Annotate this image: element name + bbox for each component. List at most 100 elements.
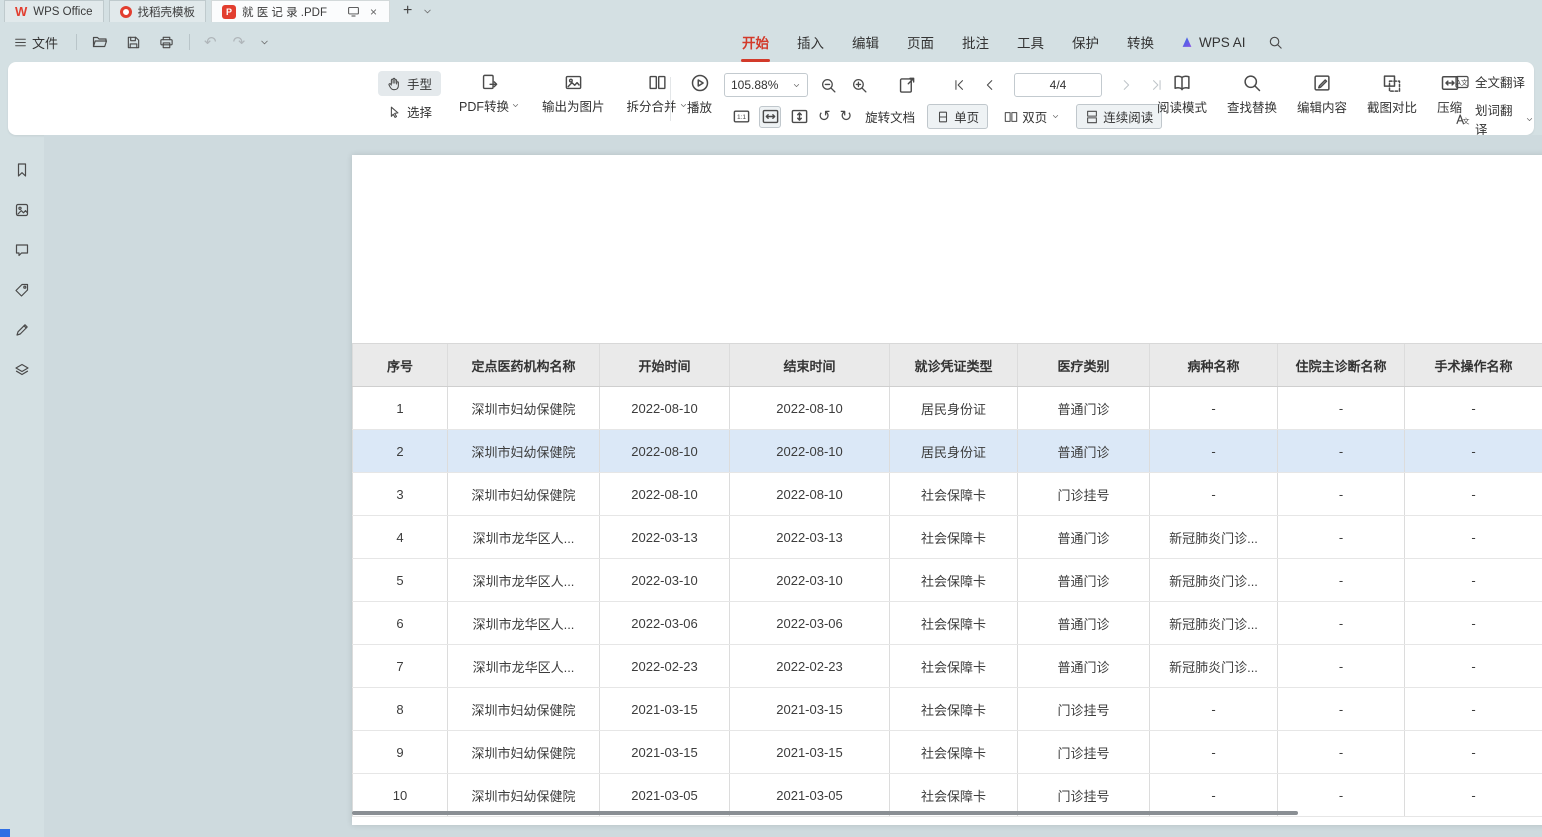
table-cell: 普通门诊 bbox=[1018, 516, 1150, 558]
menu-tab-insert[interactable]: 插入 bbox=[783, 22, 838, 62]
table-cell: 2022-08-10 bbox=[600, 473, 730, 515]
rotate-left-button[interactable]: ↺ bbox=[817, 109, 832, 124]
reading-mode-label: 阅读模式 bbox=[1157, 97, 1207, 116]
chevron-down-icon bbox=[511, 101, 520, 110]
single-page-button[interactable]: 单页 bbox=[927, 104, 988, 129]
menu-tab-convert[interactable]: 转换 bbox=[1113, 22, 1168, 62]
table-cell: 2021-03-15 bbox=[730, 688, 890, 730]
column-header: 医疗类别 bbox=[1018, 344, 1150, 386]
table-cell: 2022-08-10 bbox=[730, 473, 890, 515]
tab-docer-templates[interactable]: 找稻壳模板 bbox=[109, 0, 207, 22]
hand-tool-button[interactable]: 手型 bbox=[378, 71, 441, 96]
wps-ai-icon bbox=[1180, 35, 1194, 49]
select-tool-button[interactable]: 选择 bbox=[378, 99, 441, 124]
table-cell: - bbox=[1150, 387, 1278, 429]
edit-content-button[interactable]: 编辑内容 bbox=[1290, 70, 1354, 119]
new-tab-button[interactable]: + bbox=[403, 3, 412, 19]
pdf-convert-button[interactable]: PDF转换 bbox=[452, 70, 527, 118]
undo-button[interactable]: ↶ bbox=[202, 35, 219, 50]
full-text-translate-icon: A文 bbox=[1454, 74, 1470, 90]
column-header: 住院主诊断名称 bbox=[1278, 344, 1405, 386]
reading-mode-button[interactable]: 阅读模式 bbox=[1150, 70, 1214, 119]
horizontal-scrollbar[interactable] bbox=[352, 811, 1298, 815]
table-cell: - bbox=[1405, 473, 1542, 515]
zoom-in-button[interactable] bbox=[848, 74, 870, 96]
highlighter-panel-button[interactable] bbox=[10, 318, 34, 342]
column-header: 开始时间 bbox=[600, 344, 730, 386]
tab-wps-office[interactable]: W WPS Office bbox=[4, 0, 104, 22]
fit-width-button[interactable] bbox=[759, 106, 781, 128]
document-viewport[interactable]: 序号定点医药机构名称开始时间结束时间就诊凭证类型医疗类别病种名称住院主诊断名称手… bbox=[44, 135, 1542, 837]
table-row: 1深圳市妇幼保健院2022-08-102022-08-10居民身份证普通门诊--… bbox=[352, 387, 1542, 430]
table-row: 9深圳市妇幼保健院2021-03-152021-03-15社会保障卡门诊挂号--… bbox=[352, 731, 1542, 774]
table-cell: - bbox=[1278, 602, 1405, 644]
table-cell: 社会保障卡 bbox=[890, 774, 1018, 816]
zoom-level-select[interactable]: 105.88% bbox=[724, 73, 808, 97]
table-cell: 2022-02-23 bbox=[600, 645, 730, 687]
close-tab-icon[interactable]: × bbox=[368, 5, 379, 19]
document-page[interactable]: 序号定点医药机构名称开始时间结束时间就诊凭证类型医疗类别病种名称住院主诊断名称手… bbox=[352, 155, 1542, 825]
comment-panel-button[interactable] bbox=[10, 238, 34, 262]
hand-icon bbox=[387, 77, 401, 91]
column-header: 结束时间 bbox=[730, 344, 890, 386]
table-cell: 社会保障卡 bbox=[890, 473, 1018, 515]
document-tab-title: 就 医 记 录 .PDF bbox=[242, 4, 327, 20]
actual-size-button[interactable]: 1:1 bbox=[730, 106, 752, 128]
nav-prev-page-button[interactable] bbox=[979, 74, 1001, 96]
page-number-input[interactable] bbox=[1014, 73, 1102, 97]
double-page-button[interactable]: 双页 bbox=[995, 104, 1069, 129]
layers-panel-button[interactable] bbox=[10, 358, 34, 382]
print-icon[interactable] bbox=[156, 32, 177, 53]
table-cell: 2021-03-15 bbox=[600, 731, 730, 773]
thumbnail-panel-button[interactable] bbox=[10, 198, 34, 222]
global-search-button[interactable] bbox=[1258, 22, 1293, 62]
rotate-document-button[interactable]: 旋转文档 bbox=[865, 107, 915, 126]
file-menu-button[interactable]: 文件 bbox=[8, 29, 64, 56]
export-image-button[interactable]: 输出为图片 bbox=[535, 70, 612, 118]
table-cell: - bbox=[1278, 774, 1405, 816]
table-cell: 2022-03-13 bbox=[730, 516, 890, 558]
continuous-reading-icon bbox=[1085, 110, 1099, 124]
table-cell: - bbox=[1278, 559, 1405, 601]
nav-first-page-button[interactable] bbox=[948, 74, 970, 96]
open-file-icon[interactable] bbox=[89, 31, 111, 53]
table-cell: 普通门诊 bbox=[1018, 430, 1150, 472]
menu-tab-protect[interactable]: 保护 bbox=[1058, 22, 1113, 62]
find-replace-button[interactable]: 查找替换 bbox=[1220, 70, 1284, 119]
export-image-label: 输出为图片 bbox=[542, 96, 605, 115]
menu-tab-edit[interactable]: 编辑 bbox=[838, 22, 893, 62]
word-translate-button[interactable]: 文 划词翻译 bbox=[1454, 100, 1534, 138]
fit-page-button[interactable] bbox=[788, 106, 810, 128]
bookmark-panel-button[interactable] bbox=[10, 158, 34, 182]
full-text-translate-button[interactable]: A文 全文翻译 bbox=[1454, 72, 1534, 91]
screenshot-compare-label: 截图对比 bbox=[1367, 97, 1417, 116]
tab-list-chevron-button[interactable] bbox=[422, 6, 433, 17]
table-cell: 10 bbox=[352, 774, 448, 816]
column-header: 定点医药机构名称 bbox=[448, 344, 600, 386]
wps-ai-button[interactable]: WPS AI bbox=[1168, 22, 1258, 62]
menu-tab-home[interactable]: 开始 bbox=[728, 22, 783, 62]
nav-next-page-button[interactable] bbox=[1115, 74, 1137, 96]
page-jump-button[interactable] bbox=[895, 74, 917, 96]
save-icon[interactable] bbox=[123, 32, 144, 53]
wps-logo-icon: W bbox=[15, 4, 27, 19]
tab-document[interactable]: P 就 医 记 录 .PDF × bbox=[211, 0, 390, 22]
file-menu-label: 文件 bbox=[32, 33, 58, 52]
menu-tab-comment[interactable]: 批注 bbox=[948, 22, 1003, 62]
table-row: 8深圳市妇幼保健院2021-03-152021-03-15社会保障卡门诊挂号--… bbox=[352, 688, 1542, 731]
play-button[interactable]: 播放 bbox=[680, 70, 719, 119]
zoom-out-button[interactable] bbox=[817, 74, 839, 96]
more-actions-chevron[interactable] bbox=[259, 37, 270, 48]
divider bbox=[670, 77, 671, 121]
menu-tab-tools[interactable]: 工具 bbox=[1003, 22, 1058, 62]
monitor-icon[interactable] bbox=[347, 5, 360, 18]
wps-ai-label: WPS AI bbox=[1199, 35, 1246, 50]
screenshot-compare-button[interactable]: 截图对比 bbox=[1360, 70, 1424, 119]
zoom-value: 105.88% bbox=[731, 78, 778, 92]
column-header: 序号 bbox=[352, 344, 448, 386]
rotate-right-button[interactable]: ↻ bbox=[839, 109, 854, 124]
menu-tab-page[interactable]: 页面 bbox=[893, 22, 948, 62]
redo-button[interactable]: ↷ bbox=[231, 35, 248, 50]
table-cell: - bbox=[1278, 387, 1405, 429]
tag-panel-button[interactable] bbox=[10, 278, 34, 302]
